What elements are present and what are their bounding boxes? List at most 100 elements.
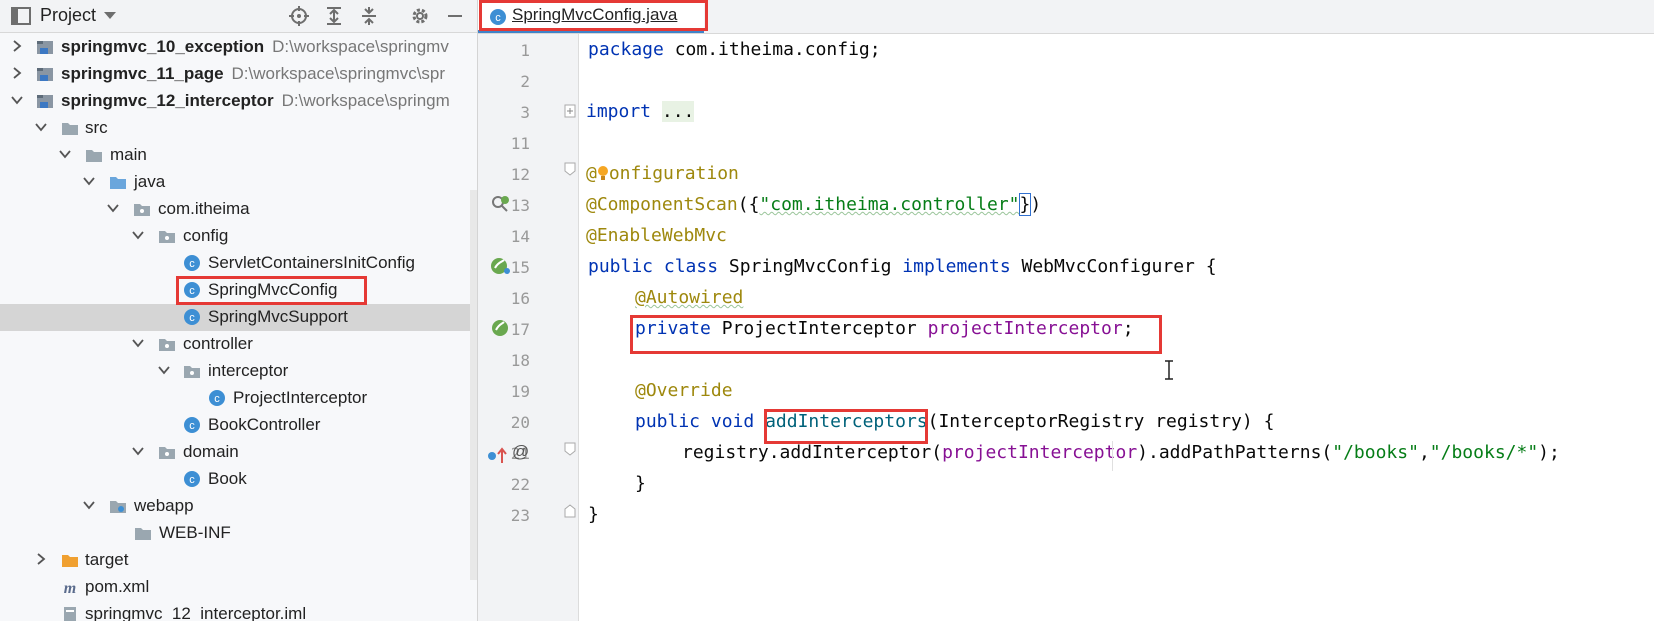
- tree-item-class[interactable]: c ServletContainersInitConfig: [0, 250, 477, 277]
- package-icon: [159, 339, 175, 351]
- indent-guide: [1112, 441, 1113, 471]
- tree-item-module[interactable]: springmvc_11_page D:\workspace\springmvc\…: [0, 61, 477, 88]
- chevron-down-icon[interactable]: [82, 498, 96, 512]
- locate-file-icon[interactable]: [289, 6, 309, 26]
- fold-collapse-icon[interactable]: [564, 442, 576, 456]
- line-number: 12: [510, 165, 530, 184]
- tree-item-file[interactable]: springmvc_12_interceptor.iml: [0, 601, 477, 621]
- collapse-all-icon[interactable]: [359, 6, 379, 26]
- code-line-1: package com.itheima.config;: [588, 39, 881, 60]
- code-line-15: public class SpringMvcConfig implements …: [588, 256, 1217, 277]
- tree-item-class[interactable]: c ProjectInterceptor: [0, 385, 477, 412]
- gear-icon[interactable]: [410, 6, 430, 26]
- chevron-down-icon[interactable]: [131, 228, 145, 242]
- svg-text:c: c: [189, 312, 195, 324]
- tree-item-package[interactable]: controller: [0, 331, 477, 358]
- tree-item-path: D:\workspace\springmv: [272, 37, 449, 56]
- line-number: 11: [510, 134, 530, 153]
- tree-item-class[interactable]: c Book: [0, 466, 477, 493]
- fold-expand-icon[interactable]: [564, 104, 576, 118]
- chevron-down-icon[interactable]: [34, 120, 48, 134]
- project-panel: Project springmvc_10_exception D:\workspa…: [0, 0, 478, 621]
- tree-item-label: ServletContainersInitConfig: [208, 253, 415, 272]
- svg-text:c: c: [495, 12, 501, 24]
- chevron-down-icon[interactable]: [131, 336, 145, 350]
- package-icon: [184, 366, 200, 378]
- maven-icon: m: [64, 580, 76, 596]
- svg-text:c: c: [189, 474, 195, 486]
- chevron-down-icon[interactable]: [82, 174, 96, 188]
- bean-scan-icon[interactable]: [490, 194, 510, 214]
- folder-icon: [62, 123, 78, 135]
- tab-springmvcconfig[interactable]: c SpringMvcConfig.java: [478, 0, 704, 33]
- tree-item-folder[interactable]: src: [0, 115, 477, 142]
- tree-item-package[interactable]: config: [0, 223, 477, 250]
- spring-bean-icon[interactable]: [490, 256, 512, 276]
- svg-text:c: c: [214, 393, 220, 405]
- scrollbar[interactable]: [470, 190, 477, 580]
- code-line-20: public void addInterceptors(InterceptorR…: [635, 411, 1275, 432]
- class-icon: c: [184, 471, 200, 487]
- tree-item-package[interactable]: domain: [0, 439, 477, 466]
- tree-item-file[interactable]: m pom.xml: [0, 574, 477, 601]
- project-view-title[interactable]: Project: [40, 5, 96, 26]
- intention-bulb-icon[interactable]: [597, 165, 609, 181]
- chevron-right-icon[interactable]: [10, 39, 24, 53]
- line-number: 20: [510, 413, 530, 432]
- folder-icon: [86, 150, 102, 162]
- tree-item-label: main: [110, 145, 147, 164]
- chevron-down-icon[interactable]: [106, 201, 120, 215]
- tree-item-folder[interactable]: main: [0, 142, 477, 169]
- tree-item-folder[interactable]: webapp: [0, 493, 477, 520]
- tree-item-label: java: [134, 172, 166, 191]
- tree-item-label: controller: [183, 334, 253, 353]
- tree-item-folder[interactable]: java: [0, 169, 477, 196]
- folded-imports[interactable]: ...: [661, 101, 695, 122]
- class-icon: c: [184, 417, 200, 433]
- line-number: 16: [510, 289, 530, 308]
- tree-item-folder[interactable]: target: [0, 547, 477, 574]
- tree-item-package[interactable]: com.itheima: [0, 196, 477, 223]
- tree-item-label: SpringMvcConfig: [208, 280, 338, 299]
- chevron-right-icon[interactable]: [34, 552, 48, 566]
- tree-item-label: webapp: [134, 496, 194, 515]
- endpoint-at-icon[interactable]: @: [512, 442, 529, 462]
- line-number: 18: [510, 351, 530, 370]
- chevron-down-icon[interactable]: [10, 93, 24, 107]
- chevron-down-icon[interactable]: [58, 147, 72, 161]
- expand-all-icon[interactable]: [324, 6, 344, 26]
- tree-item-label: springmvc_11_page: [61, 64, 224, 83]
- fold-end-icon[interactable]: [564, 504, 576, 518]
- tree-item-class[interactable]: c SpringMvcConfig: [0, 277, 477, 304]
- tree-item-label: springmvc_12_interceptor: [61, 91, 274, 110]
- tree-item-label: SpringMvcSupport: [208, 307, 348, 326]
- chevron-right-icon[interactable]: [10, 66, 24, 80]
- chevron-down-icon[interactable]: [157, 363, 171, 377]
- hide-panel-icon[interactable]: [445, 6, 465, 26]
- svg-text:m: m: [64, 580, 76, 596]
- fold-collapse-icon[interactable]: [564, 162, 576, 176]
- class-icon: c: [184, 282, 200, 298]
- tree-item-label: com.itheima: [158, 199, 250, 218]
- tree-item-label: target: [85, 550, 129, 569]
- code-line-13: @ComponentScan({"com.itheima.controller"…: [586, 193, 1042, 216]
- tree-item-label: pom.xml: [85, 577, 150, 596]
- iml-file-icon: [64, 607, 76, 621]
- autowired-bean-icon[interactable]: [490, 318, 510, 338]
- svg-text:c: c: [189, 258, 195, 270]
- tree-item-folder[interactable]: WEB-INF: [0, 520, 477, 547]
- tree-item-package[interactable]: interceptor: [0, 358, 477, 385]
- override-method-icon[interactable]: [486, 446, 510, 466]
- tree-item-label: interceptor: [208, 361, 289, 380]
- tree-item-module[interactable]: springmvc_10_exception D:\workspace\sprin…: [0, 34, 477, 61]
- class-icon: c: [184, 309, 200, 325]
- line-number: 1: [520, 41, 530, 60]
- tree-item-path: D:\workspace\springmvc\spr: [231, 64, 446, 83]
- project-panel-header: Project: [0, 0, 477, 33]
- tree-item-module[interactable]: springmvc_12_interceptor D:\workspace\spr…: [0, 88, 477, 115]
- chevron-down-icon[interactable]: [103, 11, 117, 21]
- tree-item-class[interactable]: c BookController: [0, 412, 477, 439]
- chevron-down-icon[interactable]: [131, 444, 145, 458]
- tree-item-label: config: [183, 226, 229, 245]
- tree-item-class-selected[interactable]: c SpringMvcSupport: [0, 304, 477, 331]
